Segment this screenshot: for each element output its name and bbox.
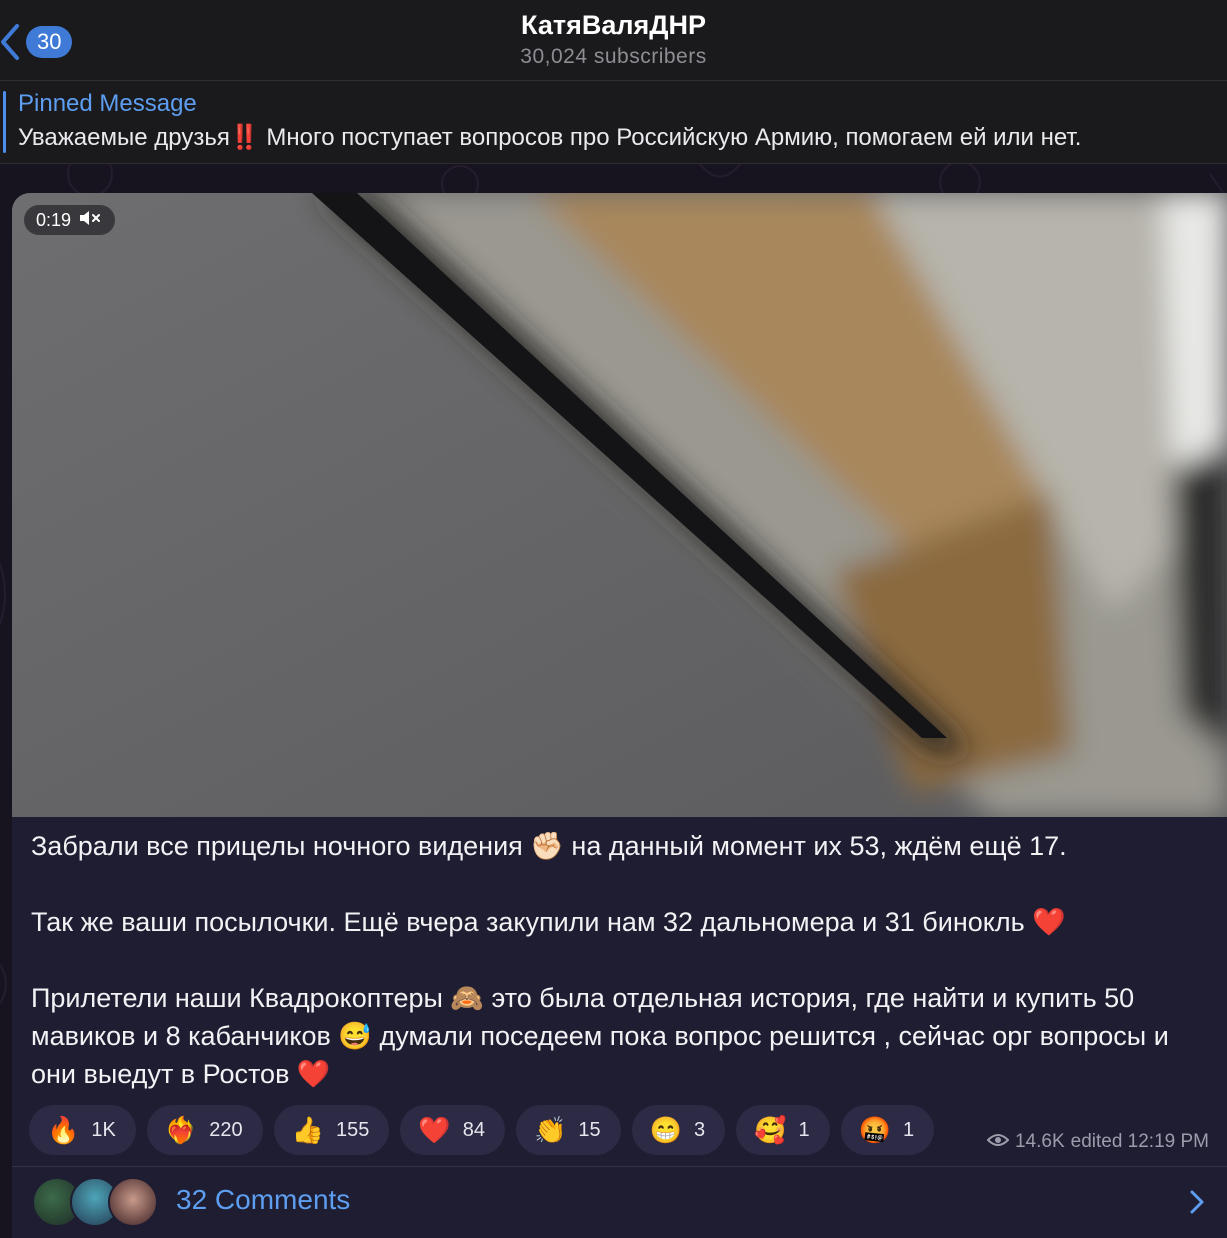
chevron-right-icon — [1189, 1189, 1205, 1220]
eye-icon — [986, 1131, 1010, 1153]
video-frame — [12, 193, 1227, 817]
clapping-hands-icon: 👏 — [533, 1115, 567, 1145]
smiling-face-hearts-icon: 🥰 — [754, 1115, 787, 1145]
subscriber-count: 30,024 subscribers — [520, 45, 707, 68]
video-duration-badge[interactable]: 0:19 — [24, 205, 116, 235]
edited-timestamp: edited 12:19 PM — [1070, 1131, 1209, 1152]
reaction-count: 1K — [91, 1118, 116, 1141]
cursing-face-icon: 🤬 — [858, 1115, 891, 1145]
reaction-heart[interactable]: ❤️ 84 — [400, 1105, 505, 1155]
reaction-count: 84 — [462, 1118, 485, 1141]
reaction-clap[interactable]: 👏 15 — [515, 1105, 621, 1155]
reaction-count: 155 — [335, 1118, 370, 1141]
reaction-count: 15 — [578, 1118, 601, 1141]
reaction-smiling-hearts[interactable]: 🥰 1 — [736, 1105, 830, 1155]
grinning-face-icon: 😁 — [649, 1115, 682, 1145]
reaction-count: 1 — [902, 1118, 915, 1141]
pinned-text: Уважаемые друзья‼️ Много поступает вопро… — [18, 124, 1082, 151]
reaction-heart-on-fire[interactable]: ❤️‍🔥 220 — [146, 1105, 263, 1155]
commenter-avatars — [32, 1177, 162, 1227]
heart-on-fire-icon: ❤️‍🔥 — [164, 1115, 198, 1145]
video-preview[interactable]: 0:19 — [12, 193, 1227, 817]
channel-title[interactable]: КатяВаляДНР — [0, 10, 1227, 41]
reaction-count: 220 — [209, 1118, 243, 1141]
chat-header: 30 КатяВаляДНР 30,024 subscribers — [0, 0, 1227, 81]
reaction-fire[interactable]: 🔥 1K — [29, 1105, 136, 1155]
reaction-grin[interactable]: 😁 3 — [631, 1105, 726, 1155]
view-count: 14.6K — [1014, 1131, 1065, 1152]
pinned-message-bar[interactable]: Pinned Message Уважаемые друзья‼️ Много … — [0, 81, 1227, 164]
thumbs-up-icon: 👍 — [291, 1115, 324, 1145]
reaction-count: 1 — [798, 1118, 810, 1141]
reactions-row: 🔥 1K ❤️‍🔥 220 👍 155 ❤️ 84 👏 15 😁 3 🥰 1 � — [29, 1105, 935, 1155]
pinned-label: Pinned Message — [18, 90, 197, 117]
post-meta: 14.6K edited 12:19 PM — [986, 1131, 1209, 1153]
video-duration: 0:19 — [36, 209, 72, 230]
speaker-muted-icon — [79, 210, 103, 231]
channel-post: 0:19 Забрали все прицелы ночного видения… — [12, 193, 1227, 1238]
comments-label: 32 Comments — [176, 1184, 351, 1215]
heart-icon: ❤️ — [418, 1115, 451, 1145]
reaction-count: 3 — [693, 1118, 706, 1141]
pinned-indicator — [3, 91, 6, 153]
comments-button[interactable]: 32 Comments — [12, 1167, 1227, 1238]
reaction-cursing[interactable]: 🤬 1 — [840, 1105, 935, 1155]
post-text: Забрали все прицелы ночного видения ✊🏻 н… — [31, 831, 1169, 1089]
avatar — [108, 1177, 158, 1227]
reaction-thumbs-up[interactable]: 👍 155 — [273, 1105, 390, 1155]
fire-icon: 🔥 — [47, 1115, 80, 1145]
